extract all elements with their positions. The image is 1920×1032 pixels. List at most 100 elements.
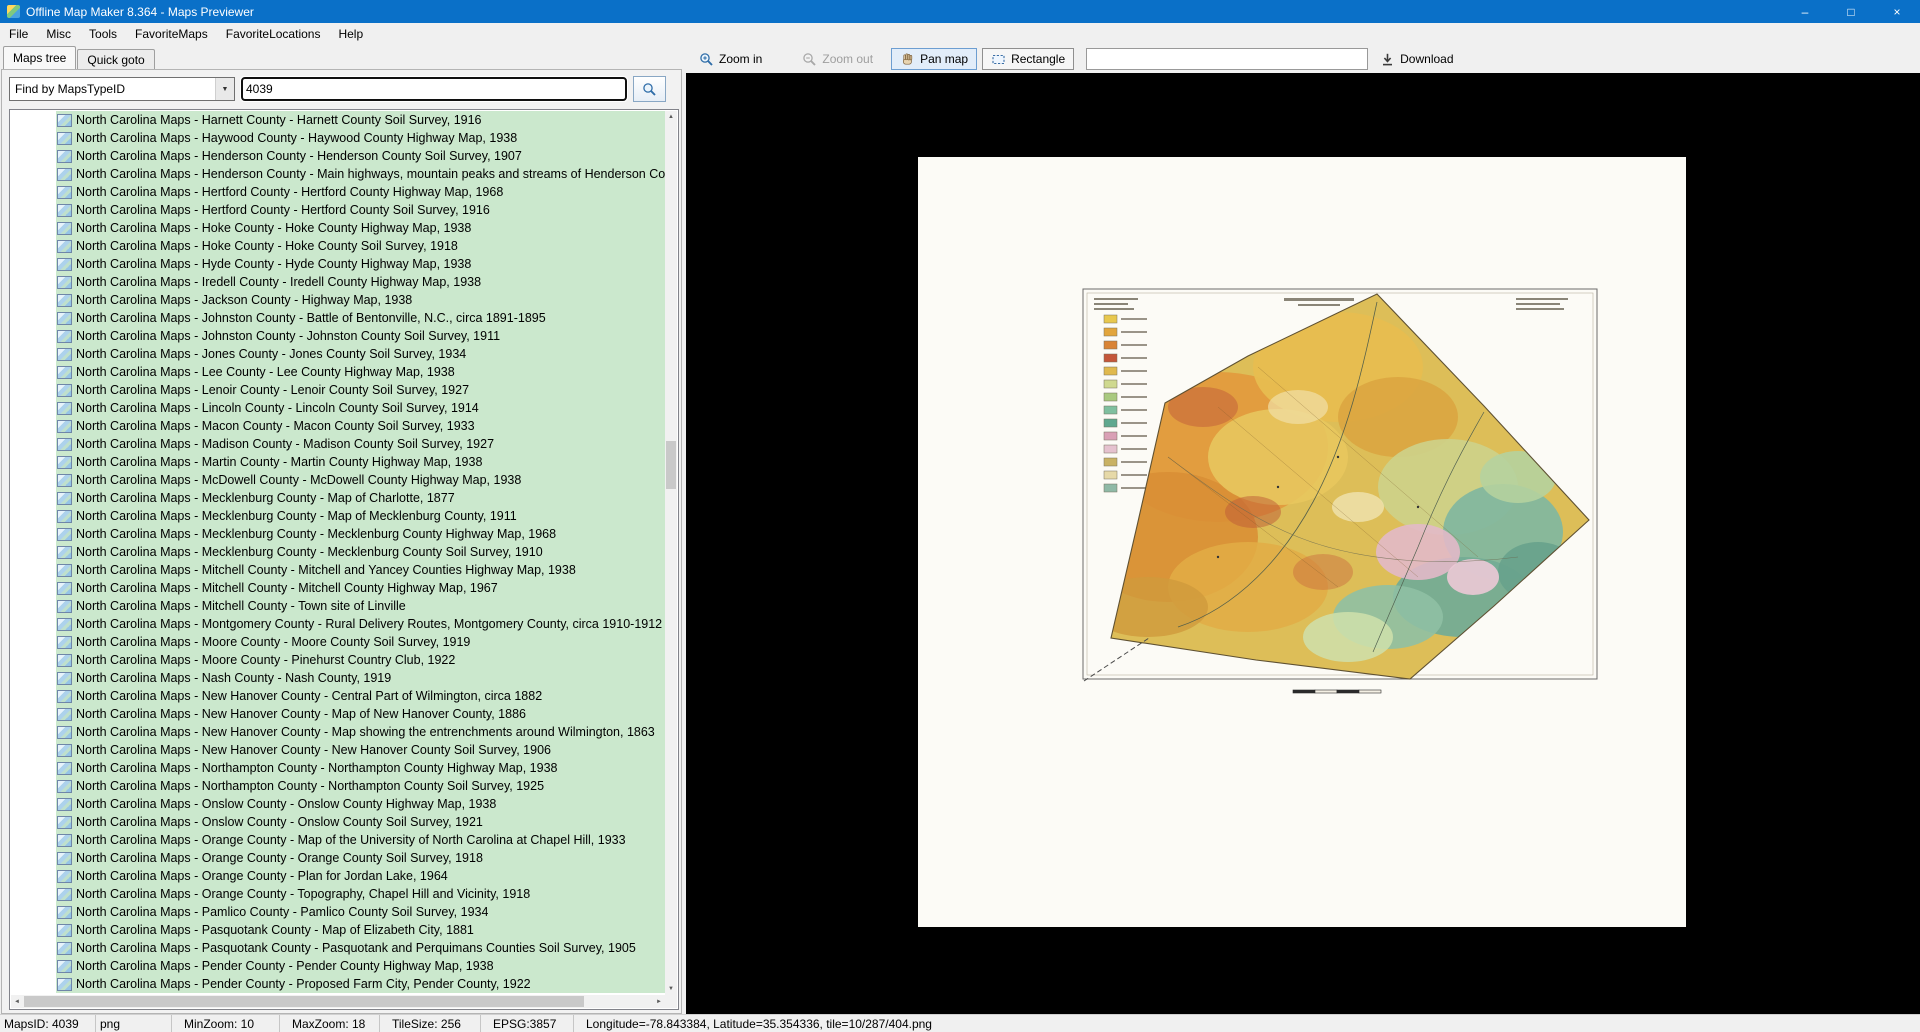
search-input[interactable] [241,77,627,101]
rectangle-button[interactable]: Rectangle [982,48,1074,70]
list-item[interactable]: North Carolina Maps - Mecklenburg County… [11,489,665,507]
download-button[interactable]: Download [1376,49,1457,70]
list-item[interactable]: North Carolina Maps - Johnston County - … [11,327,665,345]
list-item[interactable]: North Carolina Maps - Harnett County - H… [11,111,665,129]
list-item[interactable]: North Carolina Maps - Jackson County - H… [11,291,665,309]
zoom-in-button[interactable]: Zoom in [695,49,766,70]
menu-item-favoritelocations[interactable]: FavoriteLocations [217,23,330,45]
list-item-label: North Carolina Maps - Lincoln County - L… [76,401,479,415]
dropdown-arrow-icon[interactable]: ▼ [215,78,234,100]
list-item[interactable]: North Carolina Maps - Hoke County - Hoke… [11,237,665,255]
list-item[interactable]: North Carolina Maps - Mitchell County - … [11,579,665,597]
list-item[interactable]: North Carolina Maps - Madison County - M… [11,435,665,453]
list-item[interactable]: North Carolina Maps - Hertford County - … [11,183,665,201]
list-item[interactable]: North Carolina Maps - New Hanover County… [11,705,665,723]
map-thumbnail-icon [57,456,72,469]
scroll-down-arrow-icon[interactable]: ▼ [665,983,677,995]
tab-maps-tree[interactable]: Maps tree [3,46,76,69]
list-item-highlight: North Carolina Maps - Mitchell County - … [56,579,665,597]
list-item[interactable]: North Carolina Maps - Moore County - Moo… [11,633,665,651]
list-item[interactable]: North Carolina Maps - Pender County - Pr… [11,975,665,993]
list-item[interactable]: North Carolina Maps - Pasquotank County … [11,939,665,957]
zoom-out-button[interactable]: Zoom out [798,49,877,70]
list-item[interactable]: North Carolina Maps - Orange County - Ma… [11,831,665,849]
list-item[interactable]: North Carolina Maps - Henderson County -… [11,165,665,183]
menu-item-help[interactable]: Help [329,23,372,45]
list-item[interactable]: North Carolina Maps - Lenoir County - Le… [11,381,665,399]
menu-item-misc[interactable]: Misc [37,23,80,45]
maps-list: North Carolina Maps - Harnett County - H… [11,111,665,995]
list-item[interactable]: North Carolina Maps - Mecklenburg County… [11,543,665,561]
map-thumbnail-icon [57,510,72,523]
find-by-dropdown[interactable]: Find by MapsTypeID ▼ [9,77,235,101]
list-item[interactable]: North Carolina Maps - New Hanover County… [11,723,665,741]
list-item[interactable]: North Carolina Maps - Haywood County - H… [11,129,665,147]
list-item[interactable]: North Carolina Maps - Macon County - Mac… [11,417,665,435]
list-item[interactable]: North Carolina Maps - Onslow County - On… [11,795,665,813]
list-item[interactable]: North Carolina Maps - Mitchell County - … [11,561,665,579]
list-item[interactable]: North Carolina Maps - Mitchell County - … [11,597,665,615]
list-item-label: North Carolina Maps - Mitchell County - … [76,581,498,595]
tab-quick-goto[interactable]: Quick goto [77,49,154,69]
list-item[interactable]: North Carolina Maps - Hyde County - Hyde… [11,255,665,273]
list-item[interactable]: North Carolina Maps - New Hanover County… [11,741,665,759]
menu-item-tools[interactable]: Tools [80,23,126,45]
zoom-in-label: Zoom in [719,52,762,66]
search-button[interactable] [633,76,666,102]
list-item[interactable]: North Carolina Maps - Lee County - Lee C… [11,363,665,381]
list-item-highlight: North Carolina Maps - Lincoln County - L… [56,399,665,417]
list-item[interactable]: North Carolina Maps - Orange County - To… [11,885,665,903]
list-item[interactable]: North Carolina Maps - Mecklenburg County… [11,507,665,525]
map-thumbnail-icon [57,654,72,667]
toolbar-address-input[interactable] [1086,48,1368,70]
list-item[interactable]: North Carolina Maps - Montgomery County … [11,615,665,633]
list-item[interactable]: North Carolina Maps - Lincoln County - L… [11,399,665,417]
map-canvas[interactable] [686,73,1920,1014]
list-item-highlight: North Carolina Maps - Hertford County - … [56,183,665,201]
list-item[interactable]: North Carolina Maps - Northampton County… [11,759,665,777]
list-item[interactable]: North Carolina Maps - Pasquotank County … [11,921,665,939]
menu-bar: FileMiscToolsFavoriteMapsFavoriteLocatio… [0,23,1920,45]
list-item-label: North Carolina Maps - Mecklenburg County… [76,545,543,559]
list-item[interactable]: North Carolina Maps - Moore County - Pin… [11,651,665,669]
map-thumbnail-icon [57,150,72,163]
list-item[interactable]: North Carolina Maps - Henderson County -… [11,147,665,165]
horizontal-scrollbar[interactable]: ◄ ► [11,995,665,1008]
pan-map-button[interactable]: Pan map [891,48,977,70]
list-item[interactable]: North Carolina Maps - Johnston County - … [11,309,665,327]
list-item-highlight: North Carolina Maps - Orange County - To… [56,885,665,903]
list-item[interactable]: North Carolina Maps - McDowell County - … [11,471,665,489]
horizontal-scroll-thumb[interactable] [24,996,584,1007]
scroll-up-arrow-icon[interactable]: ▲ [665,111,677,123]
list-item[interactable]: North Carolina Maps - Martin County - Ma… [11,453,665,471]
list-item[interactable]: North Carolina Maps - Orange County - Or… [11,849,665,867]
list-item[interactable]: North Carolina Maps - Hertford County - … [11,201,665,219]
list-item[interactable]: North Carolina Maps - Onslow County - On… [11,813,665,831]
list-item[interactable]: North Carolina Maps - Northampton County… [11,777,665,795]
list-item[interactable]: North Carolina Maps - Hoke County - Hoke… [11,219,665,237]
list-item-highlight: North Carolina Maps - Madison County - M… [56,435,665,453]
list-item-highlight: North Carolina Maps - New Hanover County… [56,723,665,741]
window-controls: – □ × [1782,0,1920,23]
list-item-highlight: North Carolina Maps - Macon County - Mac… [56,417,665,435]
list-item-label: North Carolina Maps - Mitchell County - … [76,599,406,613]
list-item-label: North Carolina Maps - Northampton County… [76,761,557,775]
maximize-button[interactable]: □ [1828,0,1874,23]
vertical-scrollbar[interactable]: ▲ ▼ [665,111,677,995]
list-item[interactable]: North Carolina Maps - Orange County - Pl… [11,867,665,885]
menu-item-favoritemaps[interactable]: FavoriteMaps [126,23,217,45]
close-button[interactable]: × [1874,0,1920,23]
list-item[interactable]: North Carolina Maps - Pamlico County - P… [11,903,665,921]
search-icon [642,82,657,97]
list-item[interactable]: North Carolina Maps - Mecklenburg County… [11,525,665,543]
scroll-right-arrow-icon[interactable]: ► [653,995,665,1008]
list-item[interactable]: North Carolina Maps - Nash County - Nash… [11,669,665,687]
list-item[interactable]: North Carolina Maps - Jones County - Jon… [11,345,665,363]
list-item[interactable]: North Carolina Maps - Pender County - Pe… [11,957,665,975]
vertical-scroll-thumb[interactable] [666,441,676,489]
scroll-left-arrow-icon[interactable]: ◄ [11,995,23,1008]
menu-item-file[interactable]: File [0,23,37,45]
list-item[interactable]: North Carolina Maps - New Hanover County… [11,687,665,705]
list-item[interactable]: North Carolina Maps - Iredell County - I… [11,273,665,291]
minimize-button[interactable]: – [1782,0,1828,23]
